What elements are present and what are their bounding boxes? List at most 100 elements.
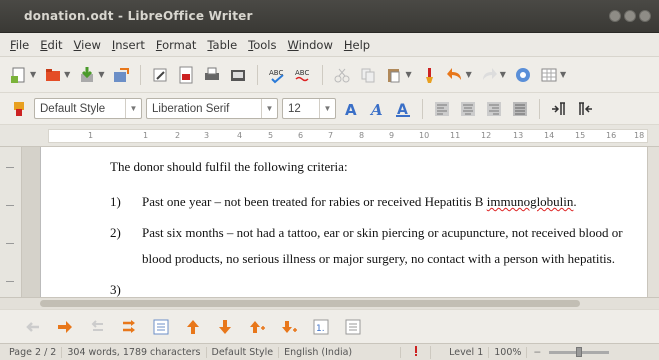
zoom-level[interactable]: 100% <box>489 346 528 358</box>
chevron-down-icon[interactable]: ▼ <box>261 99 277 118</box>
scissors-icon <box>334 68 350 82</box>
styles-button[interactable] <box>8 98 30 120</box>
modified-indicator-icon <box>414 345 417 356</box>
undo-icon <box>446 67 461 80</box>
zoom-slider-knob[interactable] <box>576 346 583 357</box>
svg-text:A: A <box>345 101 357 118</box>
menu-file[interactable]: File <box>10 38 29 52</box>
zoom-slider[interactable] <box>549 346 610 357</box>
page-style[interactable]: Default Style <box>207 346 280 358</box>
ltr-button[interactable] <box>548 98 570 120</box>
print-preview-button[interactable] <box>227 64 249 86</box>
align-right-button[interactable] <box>483 98 505 120</box>
italic-icon: A <box>369 101 383 118</box>
document-page[interactable]: The donor should fulfil the following cr… <box>40 147 647 297</box>
restart-numbering-button[interactable]: 1. <box>310 316 332 338</box>
zoom-out-icon[interactable]: − <box>527 347 541 358</box>
autospell-button[interactable]: ABC <box>292 64 314 86</box>
list-number: 3) <box>110 282 121 297</box>
copy-button[interactable] <box>357 64 379 86</box>
bullets-numbering-button[interactable] <box>342 316 364 338</box>
new-document-button[interactable] <box>8 64 30 86</box>
new-dropdown-icon[interactable]: ▼ <box>30 70 36 79</box>
spellcheck-button[interactable]: ABC <box>266 64 288 86</box>
menu-window[interactable]: Window <box>288 38 333 52</box>
list-item-2-line-1[interactable]: Past six months – not had a tattoo, ear … <box>142 225 623 241</box>
promote-button[interactable] <box>22 316 44 338</box>
redo-button[interactable] <box>478 64 500 86</box>
menu-edit[interactable]: Edit <box>40 38 62 52</box>
criteria-heading[interactable]: The donor should fulfil the following cr… <box>110 159 348 175</box>
move-up-button[interactable] <box>182 316 204 338</box>
ruler-label: 1 <box>143 131 149 140</box>
window-controls <box>609 10 651 22</box>
menu-view[interactable]: View <box>74 38 101 52</box>
menu-insert[interactable]: Insert <box>112 38 145 52</box>
export-pdf-button[interactable] <box>175 64 197 86</box>
list-item-2-line-2[interactable]: blood products, no serious illness or ma… <box>142 251 615 267</box>
close-button[interactable] <box>639 10 651 22</box>
table-dropdown-icon[interactable]: ▼ <box>560 70 566 79</box>
font-name-combo[interactable]: Liberation Serif ▼ <box>146 98 278 119</box>
save-dropdown-icon[interactable]: ▼ <box>98 70 104 79</box>
justify-button[interactable] <box>509 98 531 120</box>
paste-dropdown-icon[interactable]: ▼ <box>405 70 411 79</box>
demote-button[interactable] <box>54 316 76 338</box>
pencil-icon <box>153 68 167 81</box>
ruler-tick <box>6 205 14 206</box>
horizontal-ruler[interactable]: 1 1 2 3 4 5 6 7 8 9 10 11 12 13 14 15 16… <box>0 125 659 147</box>
document-area[interactable]: The donor should fulfil the following cr… <box>22 147 647 297</box>
move-up-with-subpoints-button[interactable] <box>246 316 268 338</box>
promote-with-subpoints-button[interactable] <box>86 316 108 338</box>
page-indicator[interactable]: Page 2 / 2 <box>4 346 63 358</box>
misspelled-word[interactable]: immunoglobulin <box>487 194 574 209</box>
undo-button[interactable] <box>444 64 466 86</box>
menu-help[interactable]: Help <box>344 38 370 52</box>
paragraph-style-combo[interactable]: Default Style ▼ <box>34 98 142 119</box>
open-dropdown-icon[interactable]: ▼ <box>64 70 70 79</box>
ruler-label: 13 <box>513 131 524 140</box>
list-item-text: Past one year – not been treated for rab… <box>142 194 487 209</box>
list-item-1[interactable]: Past one year – not been treated for rab… <box>142 194 577 210</box>
chevron-down-icon[interactable]: ▼ <box>125 99 141 118</box>
edit-file-button[interactable] <box>110 64 132 86</box>
edit-mode-button[interactable] <box>149 64 171 86</box>
move-down-with-subpoints-button[interactable] <box>278 316 300 338</box>
chevron-down-icon[interactable]: ▼ <box>319 99 335 118</box>
redo-dropdown-icon[interactable]: ▼ <box>500 70 506 79</box>
font-size-combo[interactable]: 12 ▼ <box>282 98 336 119</box>
undo-dropdown-icon[interactable]: ▼ <box>466 70 472 79</box>
bold-button[interactable]: A <box>340 98 362 120</box>
language[interactable]: English (India) <box>279 346 402 358</box>
align-left-button[interactable] <box>431 98 453 120</box>
maximize-button[interactable] <box>624 10 636 22</box>
minimize-button[interactable] <box>609 10 621 22</box>
vertical-scrollbar[interactable] <box>647 147 659 297</box>
move-down-button[interactable] <box>214 316 236 338</box>
vertical-ruler[interactable] <box>0 147 22 297</box>
print-button[interactable] <box>201 64 223 86</box>
save-button[interactable] <box>76 64 98 86</box>
paste-button[interactable] <box>383 64 405 86</box>
clone-formatting-button[interactable] <box>418 64 440 86</box>
rtl-button[interactable] <box>574 98 596 120</box>
menu-table[interactable]: Table <box>207 38 237 52</box>
italic-button[interactable]: A <box>366 98 388 120</box>
underline-button[interactable]: A <box>392 98 414 120</box>
cut-button[interactable] <box>331 64 353 86</box>
ruler-label: 9 <box>389 131 395 140</box>
autospell-icon: ABC <box>295 69 310 81</box>
pdf-icon <box>179 66 193 83</box>
ruler-label: 7 <box>328 131 334 140</box>
scrollbar-thumb[interactable] <box>40 300 580 307</box>
open-button[interactable] <box>42 64 64 86</box>
arrow-left-icon <box>26 321 39 332</box>
demote-with-subpoints-button[interactable] <box>118 316 140 338</box>
menu-format[interactable]: Format <box>156 38 197 52</box>
menu-tools[interactable]: Tools <box>248 38 276 52</box>
table-button[interactable] <box>538 64 560 86</box>
insert-unnumbered-entry-button[interactable] <box>150 316 172 338</box>
horizontal-scrollbar[interactable] <box>0 297 659 309</box>
navigator-button[interactable] <box>512 64 534 86</box>
align-center-button[interactable] <box>457 98 479 120</box>
